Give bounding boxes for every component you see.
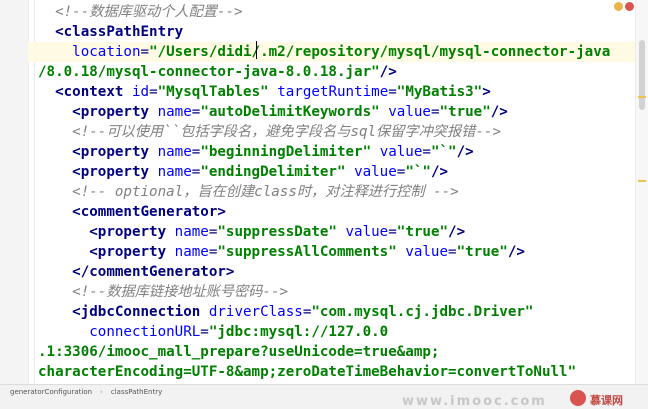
code-line[interactable]: .1:3306/imooc_mall_prepare?useUnicode=tr…: [38, 342, 439, 362]
code-token: <classPathEntry: [55, 24, 184, 40]
code-token: "`": [430, 144, 457, 160]
code-token: "true": [396, 224, 449, 240]
code-line[interactable]: <classPathEntry: [38, 22, 183, 42]
code-token: <jdbcConnection: [72, 304, 209, 320]
breadcrumb-item[interactable]: classPathEntry: [111, 388, 162, 396]
code-token: >: [482, 84, 491, 100]
code-line[interactable]: <property name="endingDelimiter" value="…: [38, 162, 448, 182]
code-line[interactable]: <property name = "suppressAllComments" val…: [38, 242, 525, 262]
watermark: www.imooc.com: [402, 394, 547, 409]
warning-marker[interactable]: [638, 180, 646, 182]
code-token: name: [157, 104, 192, 120]
code-token: targetRuntime: [277, 84, 389, 100]
code-token: />: [507, 244, 525, 260]
code-line[interactable]: connectionURL="jdbc:mysql://127.0.0: [38, 322, 388, 342]
code-line[interactable]: <!-- optional，旨在创建class时，对注释进行控制 -->: [38, 182, 459, 202]
code-token: "beginningDelimiter": [200, 144, 380, 160]
code-token: <!--可以使用``包括字段名，避免字段名与sql保留字冲突报错-->: [72, 124, 501, 140]
code-token: =: [149, 84, 158, 100]
code-line[interactable]: <property name = "beginningDelimiter" valu…: [38, 142, 474, 162]
code-token: characterEncoding=UTF-8&amp;zeroDateTime…: [38, 364, 577, 380]
code-line[interactable]: <jdbcConnection driverClass="com.mysql.c…: [38, 302, 533, 322]
code-token: =: [448, 244, 457, 260]
code-token: name: [174, 224, 209, 240]
code-token: "true": [439, 104, 491, 120]
code-token: <property: [89, 224, 175, 240]
code-token: "com.mysql.cj.jdbc.Driver": [311, 304, 534, 320]
code-line[interactable]: </commentGenerator>: [38, 262, 234, 282]
code-token: name: [157, 164, 192, 180]
code-line[interactable]: <property name = "autoDelimitKeywords" val…: [38, 102, 508, 122]
code-token: <property: [72, 104, 158, 120]
code-line[interactable]: <property name="suppressDate" value="tru…: [38, 222, 465, 242]
code-token: name: [157, 144, 192, 160]
code-token: "MysqlTables": [157, 84, 278, 100]
code-token: id: [131, 84, 150, 100]
code-token: location: [72, 44, 141, 60]
code-token: =: [422, 144, 431, 160]
code-token: <property: [89, 244, 175, 260]
breadcrumb-item[interactable]: generatorConfiguration: [10, 388, 92, 396]
code-token: <context: [55, 84, 132, 100]
code-line[interactable]: <commentGenerator>: [38, 202, 226, 222]
code-line[interactable]: /8.0.18/mysql-connector-java-8.0.18.jar"…: [38, 62, 397, 82]
error-dot-icon: [625, 2, 634, 11]
logo-icon: [570, 390, 586, 406]
code-token: "jdbc:mysql://127.0.0: [208, 324, 389, 340]
code-token: value: [405, 244, 449, 260]
code-token: />: [379, 64, 397, 80]
warning-dot-icon: [614, 2, 623, 11]
code-token: </commentGenerator>: [72, 264, 235, 280]
code-token: =: [430, 104, 440, 120]
logo: 慕课网: [590, 394, 623, 407]
code-editor[interactable]: <!--数据库驱动个人配置--> <classPathEntry locatio…: [0, 0, 636, 384]
code-token: />: [456, 144, 474, 160]
code-token: />: [490, 104, 508, 120]
text-caret: [256, 41, 257, 59]
vertical-scrollbar[interactable]: [635, 0, 648, 384]
code-token: name: [174, 244, 209, 260]
warning-marker[interactable]: [638, 96, 646, 98]
inspection-widget[interactable]: [614, 2, 634, 16]
code-token: <property: [72, 144, 158, 160]
code-token: /8.0.18/mysql-connector-java-8.0.18.jar": [38, 64, 380, 80]
code-line[interactable]: <context id="MysqlTables" targetRuntime=…: [38, 82, 491, 102]
code-token: "true": [456, 244, 508, 260]
code-line[interactable]: <!--可以使用``包括字段名，避免字段名与sql保留字冲突报错-->: [38, 122, 501, 142]
code-token: value: [345, 224, 389, 240]
code-token: value: [388, 104, 431, 120]
code-token: />: [448, 224, 466, 240]
code-token: "suppressDate": [217, 224, 346, 240]
code-line[interactable]: location="/Users/didi/.m2/repository/mys…: [28, 42, 636, 62]
code-token: "suppressAllComments": [217, 244, 406, 260]
scroll-thumb[interactable]: [639, 40, 645, 110]
code-token: "MyBatis3": [396, 84, 483, 100]
code-token: "endingDelimiter": [200, 164, 355, 180]
code-token: value: [354, 164, 397, 180]
code-token: "autoDelimitKeywords": [200, 104, 389, 120]
chevron-right-icon: ›: [100, 388, 103, 396]
code-token: .1:3306/imooc_mall_prepare?useUnicode=tr…: [38, 344, 440, 360]
code-token: "`": [405, 164, 431, 180]
code-token: <!-- optional，旨在创建class时，对注释进行控制 -->: [72, 184, 459, 200]
code-token: <!--数据库驱动个人配置-->: [55, 4, 243, 20]
code-line[interactable]: <!--数据库链接地址账号密码-->: [38, 282, 288, 302]
code-token: <commentGenerator>: [72, 204, 226, 220]
code-token: =: [388, 224, 397, 240]
code-token: "/Users/didi/.m2/repository/mysql/mysql-…: [149, 44, 611, 60]
code-token: =: [140, 44, 150, 60]
code-token: />: [430, 164, 449, 180]
code-token: =: [388, 84, 397, 100]
code-token: <property: [72, 164, 158, 180]
code-line[interactable]: characterEncoding=UTF-8&amp;zeroDateTime…: [38, 362, 576, 382]
code-token: connectionURL: [89, 324, 201, 340]
code-token: value: [379, 144, 423, 160]
code-line[interactable]: <!--数据库驱动个人配置-->: [38, 2, 243, 22]
code-token: <!--数据库链接地址账号密码-->: [72, 284, 289, 300]
breadcrumb: generatorConfiguration › classPathEntry: [10, 388, 162, 396]
breadcrumb-bar: generatorConfiguration › classPathEntry: [0, 384, 648, 409]
code-token: driverClass: [208, 304, 303, 320]
code-token: =: [200, 324, 209, 340]
